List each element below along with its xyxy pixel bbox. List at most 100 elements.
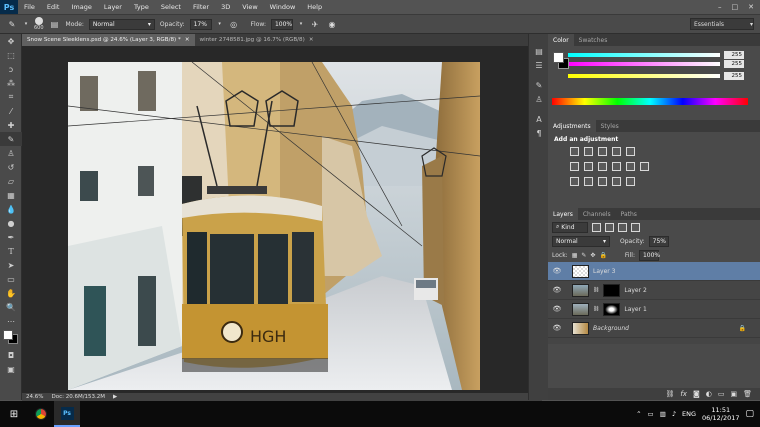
tab-layers[interactable]: Layers: [548, 208, 578, 220]
add-mask-icon[interactable]: ◙: [693, 390, 700, 398]
lock-all-icon[interactable]: 🔒: [599, 252, 606, 259]
crop-tool-icon[interactable]: ⌗: [0, 90, 22, 104]
brush-size-picker[interactable]: 600: [34, 17, 44, 31]
network-icon[interactable]: ▥: [660, 410, 666, 418]
canvas-area[interactable]: HGH: [22, 46, 542, 393]
exposure-icon[interactable]: [612, 147, 621, 156]
cyan-slider[interactable]: [568, 53, 720, 57]
curves-icon[interactable]: [598, 147, 607, 156]
link-layers-icon[interactable]: ⛓: [665, 390, 674, 398]
color-value[interactable]: 255: [724, 72, 744, 80]
chevron-down-icon[interactable]: ▾: [298, 18, 304, 30]
layer-row-background[interactable]: 👁 Background 🔒: [548, 319, 760, 338]
fx-icon[interactable]: fx: [680, 390, 687, 398]
eye-icon[interactable]: 👁: [552, 324, 562, 332]
screen-mode-icon[interactable]: ▣: [0, 362, 22, 376]
adjustment-layer-icon[interactable]: ◐: [706, 390, 712, 398]
tab-styles[interactable]: Styles: [596, 120, 624, 132]
more-tools-icon[interactable]: ⋯: [0, 314, 22, 328]
hand-tool-icon[interactable]: ✋: [0, 286, 22, 300]
menu-window[interactable]: Window: [264, 3, 302, 11]
chevron-right-icon[interactable]: ▶: [113, 394, 117, 400]
airbrush-icon[interactable]: ✈: [309, 18, 321, 30]
healing-brush-tool-icon[interactable]: ✚: [0, 118, 22, 132]
clone-stamp-tool-icon[interactable]: ♙: [0, 146, 22, 160]
lock-transparent-icon[interactable]: ▦: [572, 252, 578, 259]
opacity-field[interactable]: 17%: [189, 18, 212, 30]
selective-color-icon[interactable]: [612, 177, 621, 186]
layer-opacity-field[interactable]: 75%: [648, 235, 669, 247]
fill-field[interactable]: 100%: [638, 249, 660, 261]
menu-layer[interactable]: Layer: [98, 3, 128, 11]
document-canvas[interactable]: HGH: [22, 46, 542, 393]
brush-panel-icon[interactable]: ▤: [49, 18, 61, 30]
character-panel-icon[interactable]: A: [529, 112, 549, 126]
eye-icon[interactable]: 👁: [552, 267, 562, 275]
chevron-up-icon[interactable]: ⌃: [636, 410, 641, 418]
filter-shape-icon[interactable]: [631, 222, 640, 232]
lasso-tool-icon[interactable]: ↄ: [0, 62, 22, 76]
invert-icon[interactable]: [570, 177, 579, 186]
tab-adjustments[interactable]: Adjustments: [548, 120, 596, 132]
tab-swatches[interactable]: Swatches: [574, 34, 613, 46]
type-tool-icon[interactable]: T: [0, 244, 22, 258]
lock-position-icon[interactable]: ✥: [590, 252, 595, 259]
channel-mixer-icon[interactable]: [626, 162, 635, 171]
close-icon[interactable]: ✕: [309, 37, 314, 43]
filter-adjustment-icon[interactable]: [605, 222, 614, 232]
posterize-icon[interactable]: [584, 177, 593, 186]
path-select-tool-icon[interactable]: ➤: [0, 258, 22, 272]
dodge-tool-icon[interactable]: ●: [0, 216, 22, 230]
maximize-icon[interactable]: □: [732, 3, 739, 11]
chevron-down-icon[interactable]: ▾: [23, 18, 29, 30]
history-panel-icon[interactable]: ▤: [529, 44, 549, 58]
vibrance-icon[interactable]: [626, 147, 635, 156]
layer-mask-thumbnail[interactable]: [603, 302, 621, 316]
tab-winter[interactable]: winter 2748581.jpg @ 16.7% (RGB/8) ✕: [195, 34, 319, 46]
black-white-icon[interactable]: [598, 162, 607, 171]
tab-paths[interactable]: Paths: [616, 208, 642, 220]
blur-tool-icon[interactable]: 💧: [0, 202, 22, 216]
brush-panel-icon[interactable]: ✎: [529, 78, 549, 92]
color-lookup-icon[interactable]: [640, 162, 649, 171]
new-group-icon[interactable]: ▭: [718, 390, 725, 398]
tab-color[interactable]: Color: [548, 34, 574, 46]
pressure-opacity-icon[interactable]: ◎: [228, 18, 240, 30]
clone-source-icon[interactable]: ♙: [529, 92, 549, 106]
workspace-dropdown[interactable]: Essentials ▾: [690, 18, 754, 30]
shape-tool-icon[interactable]: ▭: [0, 272, 22, 286]
paragraph-panel-icon[interactable]: ¶: [529, 126, 549, 140]
foreground-color-swatch[interactable]: [3, 330, 13, 340]
marquee-tool-icon[interactable]: ⬚: [0, 48, 22, 62]
color-value[interactable]: 255: [724, 60, 744, 68]
volume-icon[interactable]: ♪: [672, 410, 676, 418]
lock-pixels-icon[interactable]: ✎: [581, 252, 586, 259]
zoom-tool-icon[interactable]: 🔍: [0, 300, 22, 314]
color-balance-icon[interactable]: [584, 162, 593, 171]
windows-start-icon[interactable]: ⊞: [0, 401, 28, 427]
layer-row-layer-2[interactable]: 👁 ⛓ Layer 2: [548, 281, 760, 300]
blend-mode-dropdown[interactable]: Normal ▾: [552, 235, 610, 247]
threshold-icon[interactable]: [598, 177, 607, 186]
properties-panel-icon[interactable]: ☰: [529, 58, 549, 72]
menu-view[interactable]: View: [236, 3, 263, 11]
notifications-icon[interactable]: ▢: [745, 409, 754, 419]
flow-field[interactable]: 100%: [270, 18, 293, 30]
pressure-size-icon[interactable]: ◉: [326, 18, 338, 30]
layer-row-layer-3[interactable]: 👁 Layer 3: [548, 262, 760, 281]
close-icon[interactable]: ✕: [748, 3, 754, 11]
minimize-icon[interactable]: –: [718, 3, 722, 11]
zoom-level[interactable]: 24.6%: [26, 394, 43, 400]
layer-row-layer-1[interactable]: 👁 ⛓ Layer 1: [548, 300, 760, 319]
tab-snow-scene[interactable]: Snow Scene Sleeklens.psd @ 24.6% (Layer …: [22, 34, 195, 46]
link-icon[interactable]: ⛓: [593, 287, 599, 293]
chrome-icon[interactable]: [28, 401, 54, 427]
kind-filter-dropdown[interactable]: ⌕ Kind: [552, 221, 588, 233]
brush-tool-icon[interactable]: ✎: [0, 132, 22, 146]
levels-icon[interactable]: [584, 147, 593, 156]
eye-icon[interactable]: 👁: [552, 305, 562, 313]
yellow-slider[interactable]: [568, 74, 720, 78]
tab-channels[interactable]: Channels: [578, 208, 616, 220]
brightness-contrast-icon[interactable]: [570, 147, 579, 156]
quick-select-tool-icon[interactable]: ⁂: [0, 76, 22, 90]
